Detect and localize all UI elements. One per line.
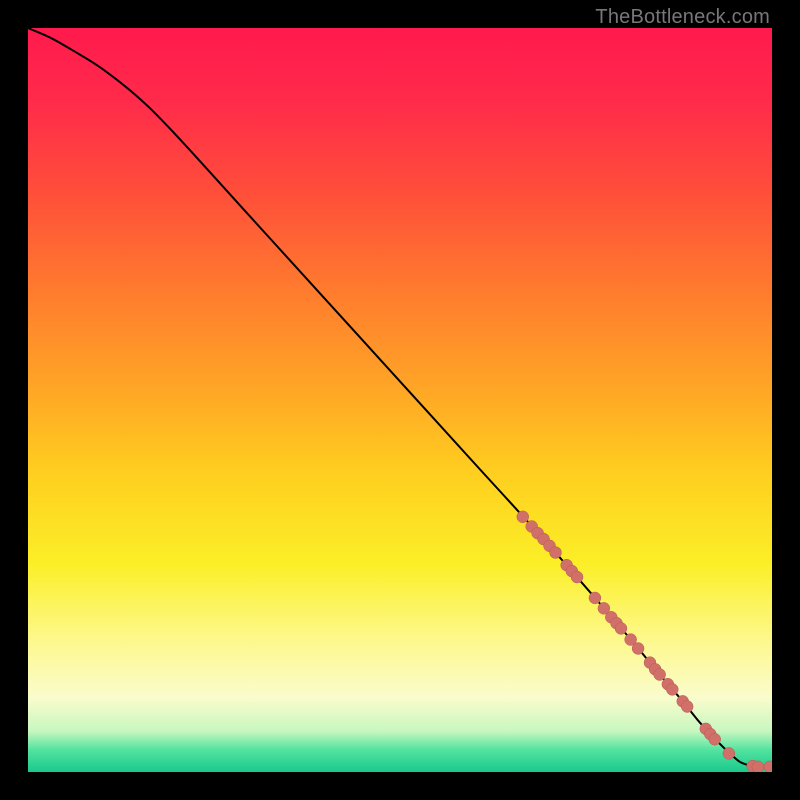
data-marker [632, 643, 644, 655]
watermark-text: TheBottleneck.com [595, 6, 770, 29]
data-marker [550, 547, 562, 559]
gradient-background [28, 28, 772, 772]
data-marker [517, 511, 529, 523]
data-marker [589, 592, 601, 604]
data-marker [666, 683, 678, 695]
chart-stage: TheBottleneck.com [0, 0, 800, 800]
data-marker [681, 701, 693, 713]
data-marker [571, 571, 583, 583]
data-marker [654, 669, 666, 681]
data-marker [723, 747, 735, 759]
chart-svg [28, 28, 772, 772]
plot-area [28, 28, 772, 772]
data-marker [709, 733, 721, 745]
data-marker [615, 622, 627, 634]
data-marker [752, 761, 764, 772]
